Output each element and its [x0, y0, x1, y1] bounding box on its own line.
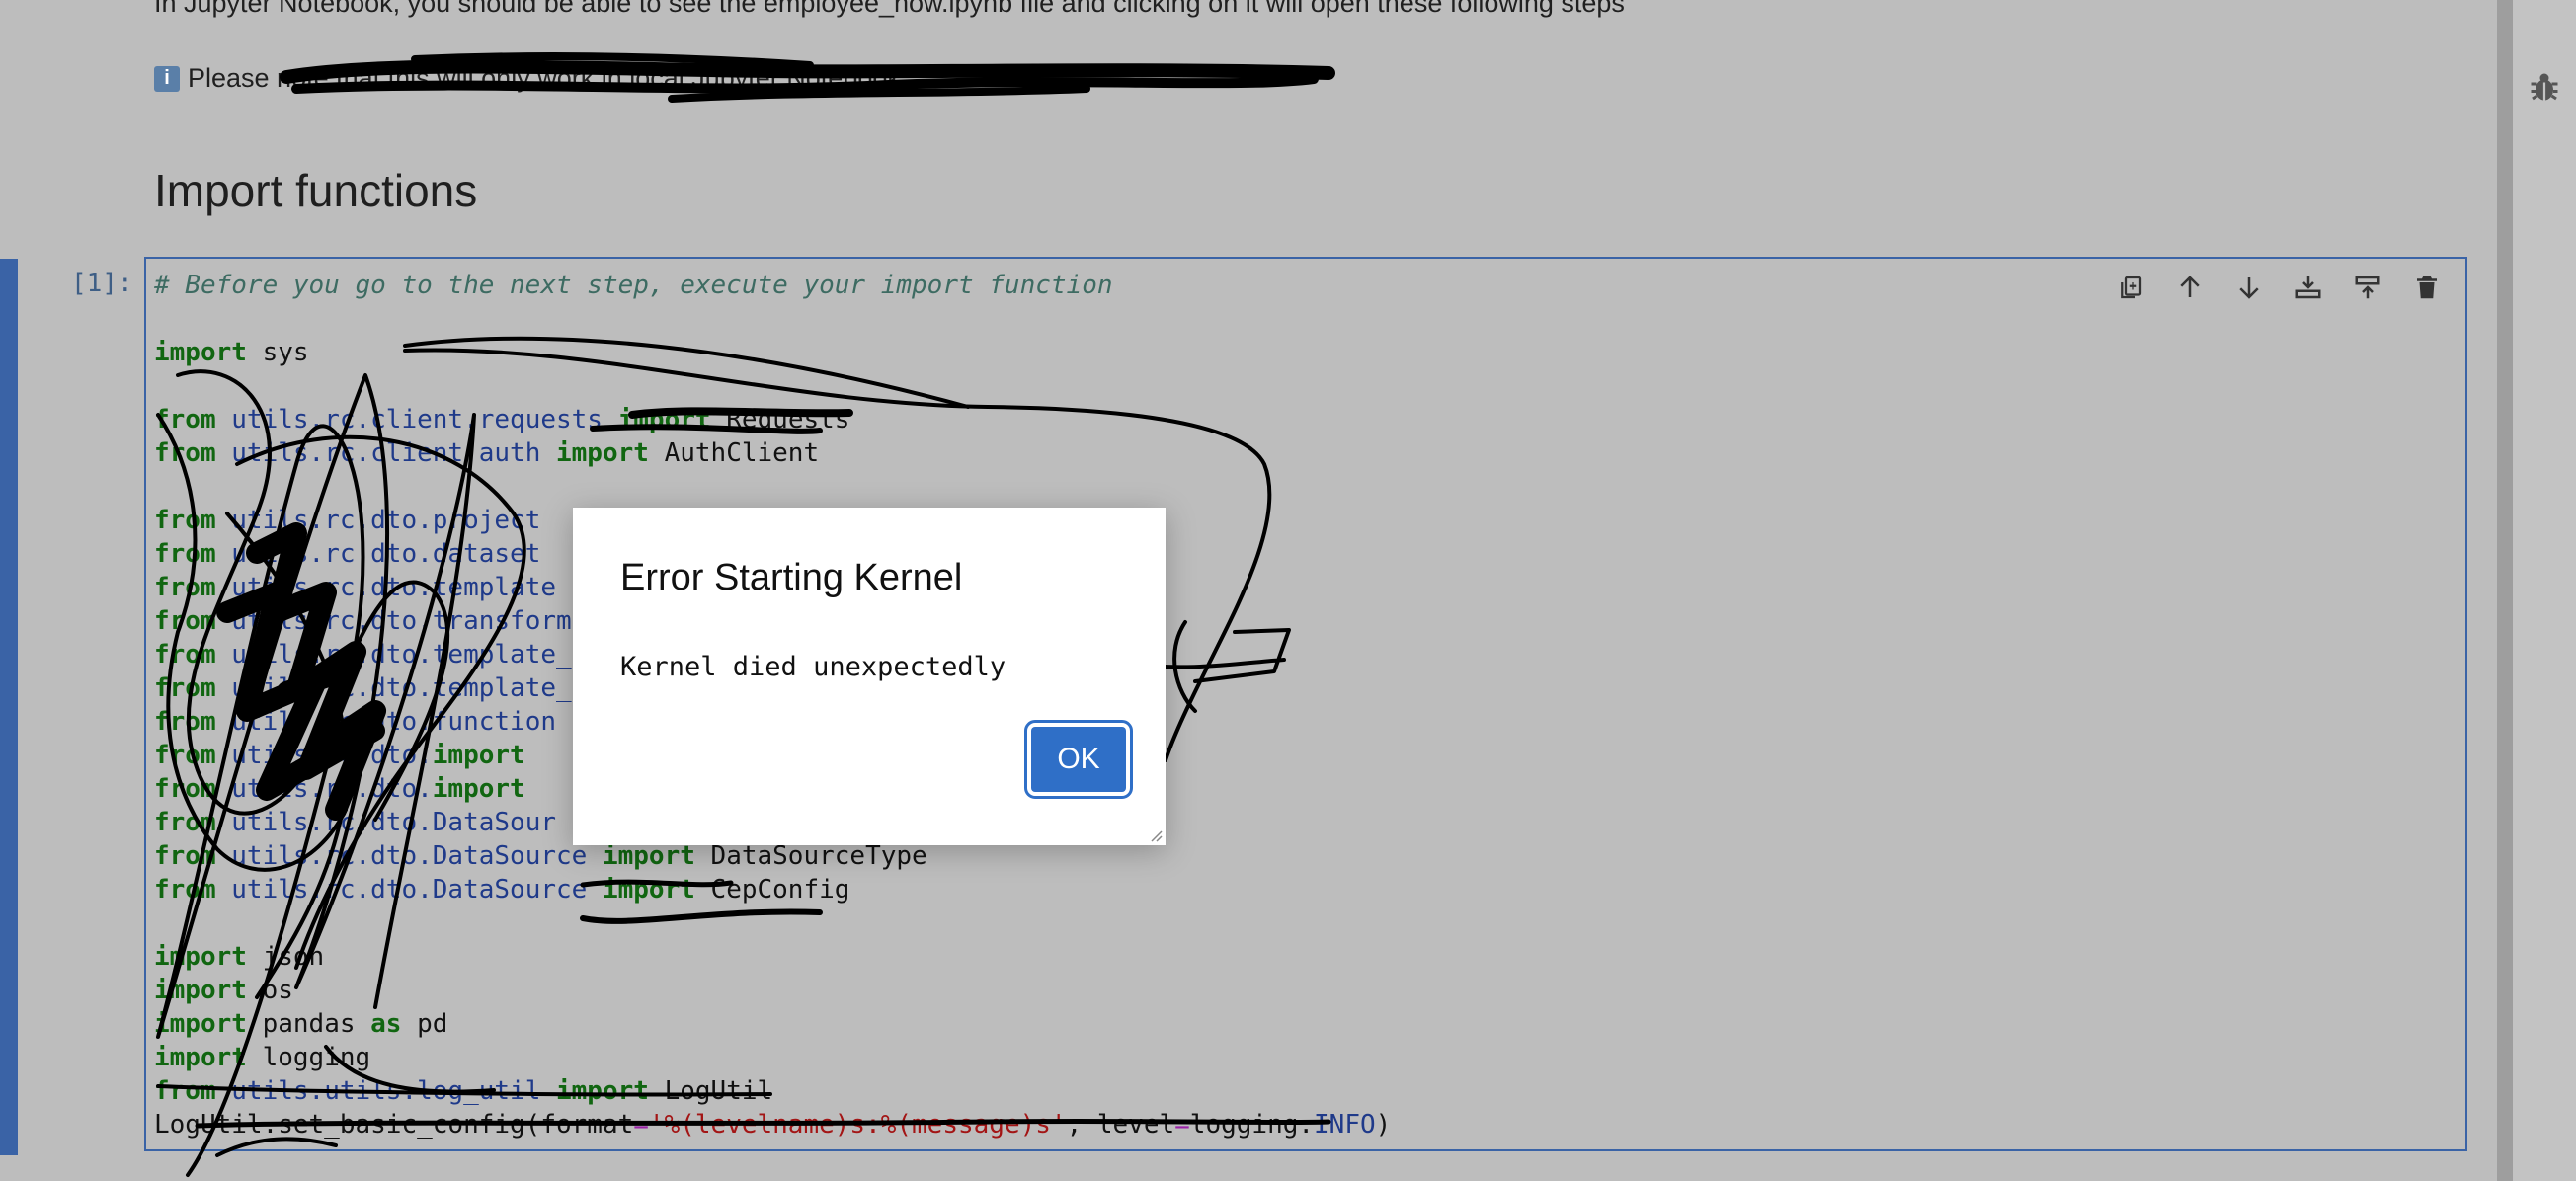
modal-overlay: Error Starting Kernel Kernel died unexpe… — [0, 0, 2576, 1181]
dialog-title: Error Starting Kernel — [620, 557, 963, 598]
dialog-message: Kernel died unexpectedly — [620, 652, 1006, 682]
ok-button[interactable]: OK — [1024, 720, 1133, 799]
resize-grip-icon[interactable] — [1148, 827, 1164, 843]
error-dialog: Error Starting Kernel Kernel died unexpe… — [573, 508, 1166, 845]
